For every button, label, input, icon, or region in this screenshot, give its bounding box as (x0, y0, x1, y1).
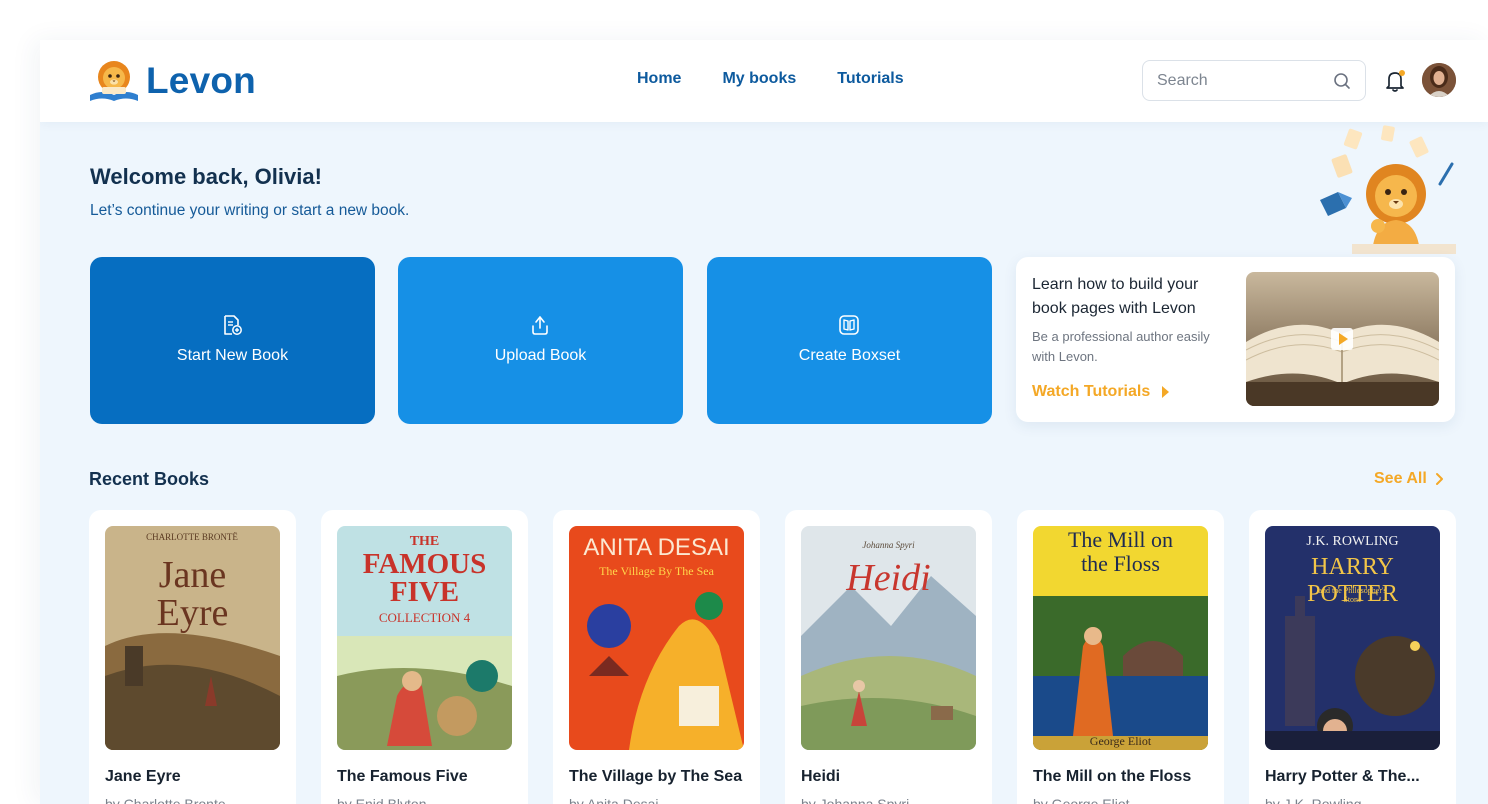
book-card[interactable]: ANITA DESAI The Village By The Sea The V… (553, 510, 760, 804)
book-icon (839, 315, 859, 335)
nav-my-books[interactable]: My books (722, 70, 796, 88)
cover-title-text: The Mill on the Floss (1067, 527, 1174, 576)
see-all-link[interactable]: See All (1374, 470, 1445, 488)
book-author: by George Eliot (1033, 796, 1130, 804)
book-author: by Johanna Spyri (801, 796, 910, 804)
open-book-image (1246, 272, 1439, 406)
lion-mascot-illustration (1320, 125, 1456, 254)
create-boxset-label: Create Boxset (798, 347, 901, 364)
main-nav: Home My books Tutorials (637, 70, 904, 88)
cover-subtitle-text: COLLECTION 4 (378, 610, 471, 625)
book-cover: Johanna Spyri Heidi (801, 526, 976, 750)
book-title: The Village by The Sea (569, 768, 743, 785)
book-title: The Famous Five (337, 768, 468, 785)
lion-logo-icon (90, 61, 138, 101)
book-author: by Enid Blyton (337, 796, 427, 804)
create-boxset-button[interactable]: Create Boxset (707, 257, 992, 424)
book-title: The Mill on the Floss (1033, 768, 1192, 785)
book-title: Harry Potter & The... (1265, 768, 1420, 785)
book-card[interactable]: CHARLOTTE BRONTË Jane Eyre Jane Eyre by … (89, 510, 296, 804)
play-arrow-icon (1162, 386, 1170, 398)
tutorial-title: Learn how to build your book pages with … (1032, 276, 1199, 317)
welcome-title: Welcome back, Olivia! (90, 164, 322, 189)
nav-home[interactable]: Home (637, 70, 681, 88)
cover-title-text: The Village By The Sea (599, 564, 714, 578)
app-window: Levon Home My books Tutorials Search Wel… (40, 40, 1488, 804)
start-new-book-label: Start New Book (176, 347, 289, 364)
cover-title-text: Jane Eyre (156, 554, 229, 634)
cover-title-text: FAMOUS FIVE (362, 548, 487, 608)
search-icon[interactable] (1333, 72, 1351, 90)
top-navigation-bar: Levon Home My books Tutorials (40, 40, 1488, 122)
book-title: Heidi (801, 768, 841, 785)
user-avatar[interactable] (1422, 63, 1456, 97)
cover-top-text: Johanna Spyri (862, 540, 915, 550)
nav-tutorials[interactable]: Tutorials (837, 70, 903, 88)
search-input[interactable] (1157, 70, 1317, 92)
watch-tutorials-label: Watch Tutorials (1032, 383, 1151, 400)
book-cover: ANITA DESAI The Village By The Sea (569, 526, 744, 750)
book-card[interactable]: THE FAMOUS FIVE COLLECTION 4 The Famous … (321, 510, 528, 804)
book-card[interactable]: The Mill on the Floss George Eliot The M… (1017, 510, 1224, 804)
brand-name: Levon (146, 60, 256, 101)
tutorial-video-thumbnail[interactable] (1246, 272, 1439, 406)
start-new-book-button[interactable]: Start New Book (90, 257, 375, 424)
notification-bell-icon[interactable] (1383, 68, 1409, 94)
cover-title-text: Heidi (846, 557, 931, 599)
brand[interactable]: Levon (88, 58, 256, 104)
see-all-label: See All (1374, 470, 1427, 487)
book-cover: The Mill on the Floss George Eliot (1033, 526, 1208, 750)
book-author: by Anita Desai (569, 796, 659, 804)
cover-bottom-text: George Eliot (1089, 734, 1152, 748)
cover-top-text: CHARLOTTE BRONTË (146, 532, 238, 542)
welcome-subtitle: Let’s continue your writing or start a n… (90, 202, 410, 219)
book-card[interactable]: J.K. ROWLING HARRY POTTER and the Philos… (1249, 510, 1456, 804)
cover-subtitle-text: and the Philosopher's Stone (1318, 586, 1387, 604)
cover-top-text: J.K. ROWLING (1306, 534, 1399, 549)
search-box (1142, 60, 1366, 101)
avatar-photo (1422, 63, 1456, 97)
tutorial-card: Learn how to build your book pages with … (1016, 257, 1455, 422)
book-author: by J.K. Rowling (1265, 796, 1362, 804)
book-cover: J.K. ROWLING HARRY POTTER and the Philos… (1265, 526, 1440, 750)
book-author: by Charlotte Bronte (105, 796, 226, 804)
recent-books-title: Recent Books (89, 469, 210, 489)
book-cover: CHARLOTTE BRONTË Jane Eyre (105, 526, 280, 750)
cover-top-text: ANITA DESAI (583, 534, 730, 561)
book-card[interactable]: Johanna Spyri Heidi Heidi by Johanna Spy… (785, 510, 992, 804)
upload-book-label: Upload Book (494, 347, 587, 364)
tutorial-description: Be a professional author easily with Lev… (1032, 329, 1210, 364)
upload-icon (532, 316, 548, 335)
book-cover: THE FAMOUS FIVE COLLECTION 4 (337, 526, 512, 750)
watch-tutorials-link[interactable]: Watch Tutorials (1032, 383, 1170, 401)
new-book-icon (224, 315, 242, 335)
upload-book-button[interactable]: Upload Book (398, 257, 683, 424)
chevron-right-icon (1435, 473, 1443, 485)
book-title: Jane Eyre (105, 768, 181, 785)
